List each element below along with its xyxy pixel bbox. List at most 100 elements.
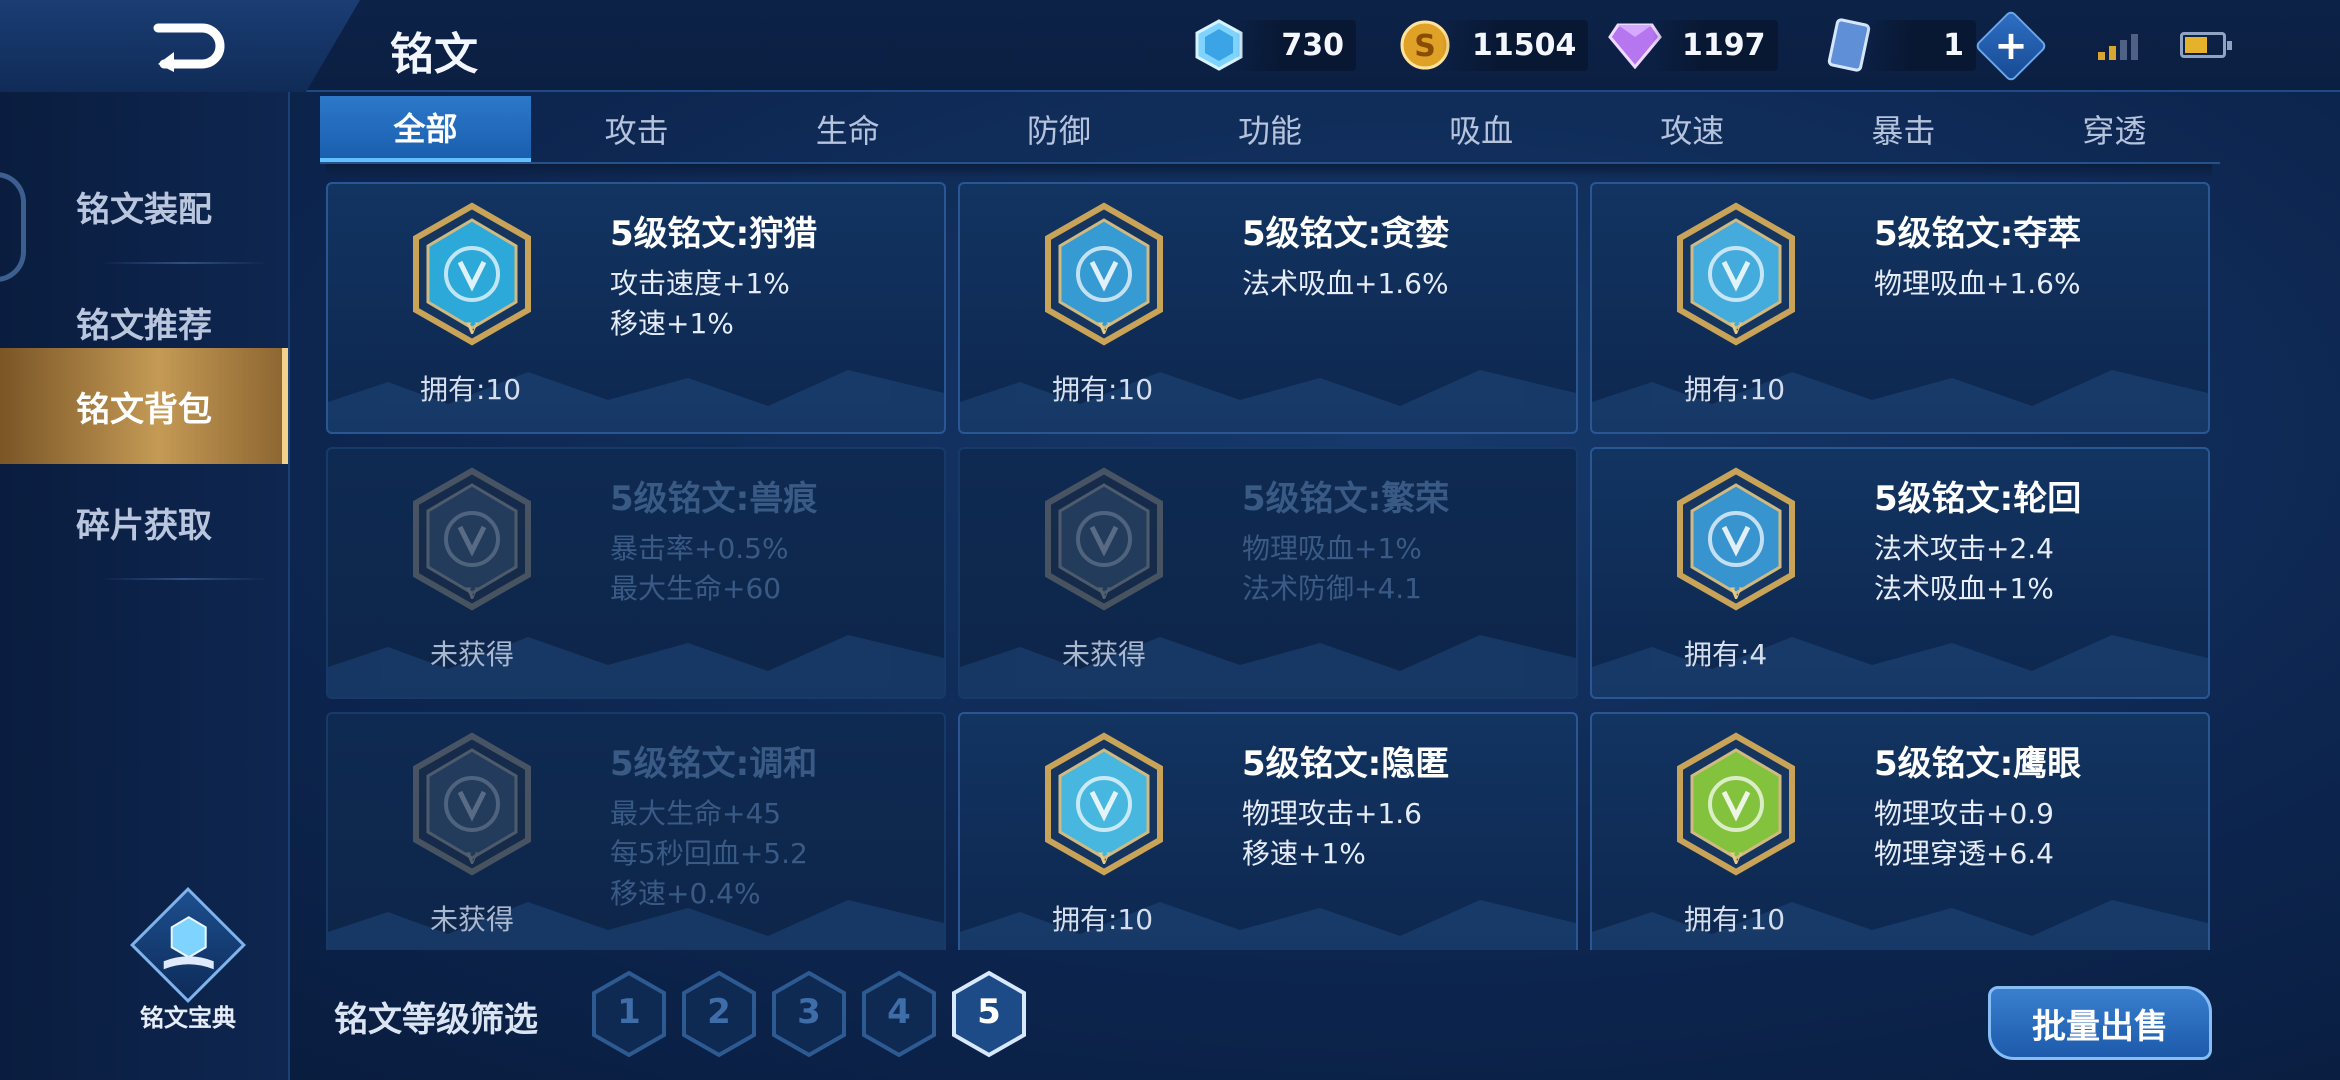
level-filter-label: 4 bbox=[887, 992, 911, 1032]
rune-stat: 法术吸血+1.6% bbox=[1242, 267, 1449, 300]
rune-title: 5级铭文:兽痕 bbox=[610, 479, 818, 519]
rune-stat: 物理吸血+1% bbox=[1242, 532, 1422, 565]
rune-owned-count: 拥有:10 bbox=[1684, 373, 1786, 406]
rune-owned-count: 拥有:10 bbox=[1052, 903, 1154, 936]
rune-card[interactable]: V 5级铭文:鹰眼 物理攻击+0.9 物理穿透+6.4 拥有:10 bbox=[1590, 712, 2210, 950]
sidebar: 铭文装配 铭文推荐 铭文背包 碎片获取 铭文宝典 bbox=[0, 92, 290, 1080]
sidebar-item-label: 铭文推荐 bbox=[76, 305, 212, 346]
gold-count: 11504 bbox=[1442, 19, 1589, 71]
tab-all[interactable]: 全部 bbox=[320, 96, 532, 162]
level-filter-3[interactable]: 3 bbox=[770, 970, 848, 1058]
back-button[interactable] bbox=[0, 0, 360, 92]
crystal-count: 730 bbox=[1236, 19, 1356, 71]
rune-stat: 移速+1% bbox=[1242, 837, 1366, 870]
svg-text:V: V bbox=[1729, 849, 1743, 868]
battery-icon bbox=[2180, 32, 2232, 58]
back-arrow-icon bbox=[153, 23, 225, 72]
rune-emblem-icon: V bbox=[413, 732, 531, 876]
batch-sell-button[interactable]: 批量出售 bbox=[1988, 986, 2212, 1060]
mountain-decoration bbox=[960, 635, 1576, 697]
rune-emblem-icon: V bbox=[413, 467, 531, 611]
rune-emblem-icon: V bbox=[1045, 467, 1163, 611]
rune-card[interactable]: V 5级铭文:贪婪法术吸血+1.6% 拥有:10 bbox=[958, 182, 1578, 434]
svg-text:V: V bbox=[1097, 849, 1111, 868]
codex-label: 铭文宝典 bbox=[140, 1004, 236, 1032]
rune-emblem-icon: V bbox=[1677, 732, 1795, 876]
rune-title: 5级铭文:调和 bbox=[610, 744, 818, 784]
rune-title: 5级铭文:贪婪 bbox=[1242, 214, 1450, 254]
tab-function[interactable]: 功能 bbox=[1164, 96, 1375, 162]
codex-icon bbox=[130, 887, 246, 1003]
level-filter-label: 3 bbox=[797, 992, 821, 1032]
sidebar-item-rune-assembly[interactable]: 铭文装配 bbox=[0, 148, 288, 264]
level-filter-5[interactable]: 5 bbox=[950, 970, 1028, 1058]
rune-stat: 攻击速度+1% bbox=[610, 267, 790, 300]
level-filter-label: 1 bbox=[617, 992, 641, 1032]
level-filter-label: 铭文等级筛选 bbox=[334, 1000, 538, 1040]
sidebar-item-label: 铭文装配 bbox=[76, 189, 212, 230]
rune-emblem-icon: V bbox=[1045, 202, 1163, 346]
tab-penetration[interactable]: 穿透 bbox=[2009, 96, 2220, 162]
level-filter-1[interactable]: 1 bbox=[590, 970, 668, 1058]
rune-title: 5级铭文:夺萃 bbox=[1874, 214, 2082, 254]
rune-stat: 法术攻击+2.4 bbox=[1874, 532, 2054, 565]
rune-card[interactable]: V 5级铭文:轮回法术攻击+2.4 法术吸血+1% 拥有:4 bbox=[1590, 447, 2210, 699]
rune-card[interactable]: V 5级铭文:狩猎 攻击速度+1% 移速+1% 拥有:10 bbox=[326, 182, 946, 434]
rune-owned-count: 未获得 bbox=[430, 638, 515, 671]
sidebar-item-label: 铭文背包 bbox=[76, 389, 212, 430]
diamond-count: 1197 bbox=[1652, 19, 1778, 71]
rune-owned-count: 拥有:4 bbox=[1684, 638, 1768, 671]
page-title: 铭文 bbox=[390, 29, 478, 80]
signal-icon bbox=[2098, 32, 2138, 60]
rune-stat: 法术防御+4.1 bbox=[1242, 572, 1422, 605]
rune-title: 5级铭文:轮回 bbox=[1874, 479, 2082, 519]
card-currency: 1 bbox=[1822, 14, 1976, 76]
svg-text:V: V bbox=[1097, 319, 1111, 338]
tab-lifesteal[interactable]: 吸血 bbox=[1376, 96, 1587, 162]
rune-owned-count: 未获得 bbox=[430, 903, 515, 936]
svg-text:V: V bbox=[465, 849, 479, 868]
rune-emblem-icon: V bbox=[1045, 732, 1163, 876]
level-filter-label: 2 bbox=[707, 992, 731, 1032]
rune-title: 5级铭文:繁荣 bbox=[1242, 479, 1450, 519]
tab-attack-speed[interactable]: 攻速 bbox=[1587, 96, 1798, 162]
rune-title: 5级铭文:鹰眼 bbox=[1874, 744, 2082, 784]
tab-health[interactable]: 生命 bbox=[742, 96, 953, 162]
svg-text:S: S bbox=[1414, 29, 1436, 64]
svg-text:V: V bbox=[1729, 584, 1743, 603]
sidebar-item-fragment-obtain[interactable]: 碎片获取 bbox=[0, 464, 288, 580]
rune-stat: 最大生命+60 bbox=[610, 572, 782, 605]
rune-stat: 法术吸血+1% bbox=[1874, 572, 2054, 605]
rune-stat: 最大生命+45 bbox=[610, 797, 782, 830]
rune-card[interactable]: V 5级铭文:夺萃物理吸血+1.6% 拥有:10 bbox=[1590, 182, 2210, 434]
rune-card[interactable]: V 5级铭文:兽痕 暴击率+0.5% 最大生命+60 未获得 bbox=[326, 447, 946, 699]
grid-top-shadow bbox=[326, 164, 2212, 178]
rune-stat: 物理穿透+6.4 bbox=[1874, 837, 2054, 870]
svg-text:V: V bbox=[1729, 319, 1743, 338]
add-card-button[interactable]: + bbox=[1974, 9, 2048, 83]
rune-stat: 物理吸血+1.6% bbox=[1874, 267, 2081, 300]
rune-stat: 移速+0.4% bbox=[610, 877, 761, 910]
rune-owned-count: 拥有:10 bbox=[1052, 373, 1154, 406]
crystal-currency: 730 bbox=[1192, 14, 1356, 76]
rune-owned-count: 未获得 bbox=[1062, 638, 1147, 671]
level-filter-4[interactable]: 4 bbox=[860, 970, 938, 1058]
level-filter-label: 5 bbox=[977, 992, 1001, 1032]
rune-card[interactable]: V 5级铭文:繁荣物理吸血+1% 法术防御+4.1 未获得 bbox=[958, 447, 1578, 699]
rune-emblem-icon: V bbox=[413, 202, 531, 346]
rune-owned-count: 拥有:10 bbox=[420, 373, 522, 406]
tab-critical[interactable]: 暴击 bbox=[1798, 96, 2009, 162]
card-count: 1 bbox=[1866, 19, 1976, 71]
category-tabs: 全部 攻击 生命 防御 功能 吸血 攻速 暴击 穿透 bbox=[320, 96, 2220, 162]
rune-emblem-icon: V bbox=[1677, 467, 1795, 611]
sidebar-item-rune-bag[interactable]: 铭文背包 bbox=[0, 348, 288, 464]
rune-stat: 物理攻击+1.6 bbox=[1242, 797, 1422, 830]
rune-card[interactable]: V 5级铭文:隐匿 物理攻击+1.6 移速+1% 拥有:10 bbox=[958, 712, 1578, 950]
rune-codex-button[interactable]: 铭文宝典 bbox=[118, 887, 258, 1033]
rune-card[interactable]: V 5级铭文:调和 最大生命+45 每5秒回血+5.2 移速+0.4% 未获得 bbox=[326, 712, 946, 950]
svg-text:V: V bbox=[465, 584, 479, 603]
tab-attack[interactable]: 攻击 bbox=[531, 96, 742, 162]
rune-stat: 物理攻击+0.9 bbox=[1874, 797, 2054, 830]
tab-defense[interactable]: 防御 bbox=[953, 96, 1164, 162]
level-filter-2[interactable]: 2 bbox=[680, 970, 758, 1058]
